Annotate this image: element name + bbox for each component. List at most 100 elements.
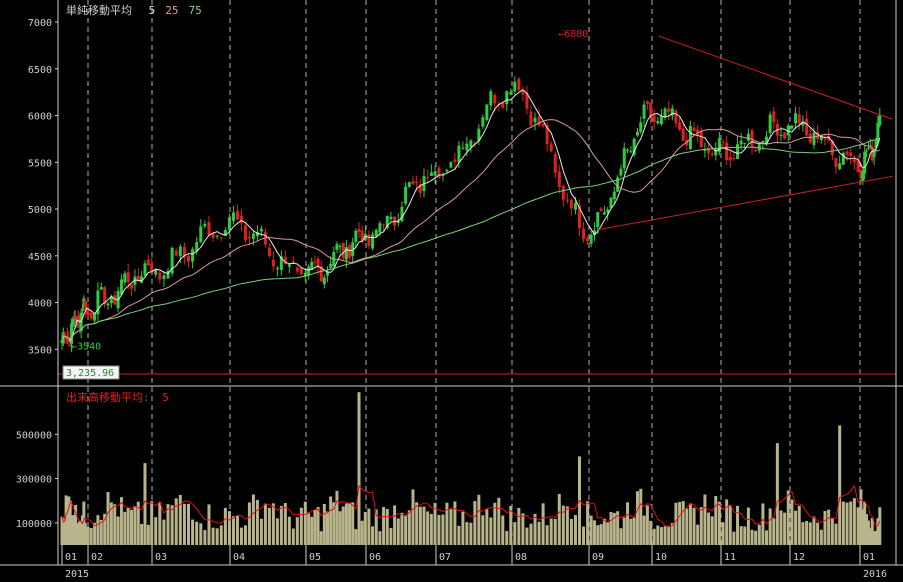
volume-bar xyxy=(678,502,682,545)
volume-bar xyxy=(794,510,798,545)
volume-bar xyxy=(469,522,473,545)
volume-bar xyxy=(545,525,549,545)
candle-up xyxy=(461,147,465,149)
candle-down xyxy=(772,111,776,123)
candle-up xyxy=(162,275,166,280)
month-label: 01 xyxy=(863,552,875,563)
candle-down xyxy=(823,138,827,140)
candle-up xyxy=(99,287,103,290)
candle-up xyxy=(335,244,339,250)
candle-down xyxy=(599,208,603,212)
candle-up xyxy=(573,202,577,210)
volume-bar xyxy=(589,515,593,545)
volume-bar xyxy=(215,528,219,545)
candle-down xyxy=(341,242,345,259)
candle-up xyxy=(619,168,623,176)
volume-bar xyxy=(493,502,497,545)
volume-bar xyxy=(656,525,660,545)
candle-up xyxy=(307,266,311,276)
candle-down xyxy=(582,228,586,240)
volume-bar xyxy=(291,528,295,545)
candle-up xyxy=(251,233,255,239)
price-tick-label: 5500 xyxy=(28,158,52,169)
candle-up xyxy=(389,216,393,220)
candle-up xyxy=(287,264,291,267)
month-label: 12 xyxy=(793,552,805,563)
volume-bar xyxy=(765,530,769,545)
volume-bar xyxy=(609,511,613,545)
volume-bar xyxy=(162,519,166,545)
candle-down xyxy=(235,210,239,220)
volume-bars xyxy=(60,392,882,545)
volume-bar xyxy=(158,502,162,545)
candle-down xyxy=(728,156,732,161)
candle-up xyxy=(404,186,408,204)
volume-bar xyxy=(659,527,663,545)
volume-bar xyxy=(489,517,493,545)
volume-bar xyxy=(485,509,489,545)
volume-bar xyxy=(299,507,303,545)
volume-bar xyxy=(754,530,758,545)
volume-bar xyxy=(354,529,358,545)
stock-chart: ←6880 ←3540 3500 4000 4500 5000 5500 6000 6500 7… xyxy=(0,0,903,580)
volume-bar xyxy=(497,497,501,545)
volume-bar xyxy=(243,525,247,545)
volume-bar xyxy=(178,494,182,545)
candle-up xyxy=(743,142,747,144)
candle-down xyxy=(411,181,415,184)
volume-bar xyxy=(295,517,299,545)
volume-tick-label: 100000 xyxy=(16,519,52,530)
candle-up xyxy=(80,308,84,311)
volume-bar xyxy=(130,509,134,545)
ma25-line xyxy=(61,119,880,341)
volume-bar xyxy=(182,503,186,545)
candle-up xyxy=(739,140,743,145)
volume-bar xyxy=(195,521,199,545)
candle-down xyxy=(645,101,649,104)
volume-bar xyxy=(790,499,794,545)
volume-bar xyxy=(360,520,364,545)
volume-bar xyxy=(378,531,382,545)
volume-bar xyxy=(602,518,606,545)
candle-up xyxy=(659,116,663,125)
price-annotation: ←6880 xyxy=(558,29,588,40)
volume-bar xyxy=(203,530,207,545)
candle-up xyxy=(329,263,333,268)
candle-down xyxy=(667,108,671,113)
price-tick-label: 6500 xyxy=(28,65,52,76)
volume-bar xyxy=(703,494,707,545)
volume-bar xyxy=(619,528,623,545)
volume-bar xyxy=(728,505,732,545)
candle-up xyxy=(761,140,765,143)
candle-down xyxy=(754,150,758,152)
volume-bar xyxy=(275,518,279,545)
candle-down xyxy=(348,245,352,258)
volume-bar xyxy=(521,513,525,545)
triangle-pattern: ←6880 ←3540 xyxy=(71,29,893,353)
volume-bar xyxy=(797,505,801,545)
volume-bar xyxy=(707,512,711,545)
volume-bar xyxy=(348,502,352,545)
volume-bar xyxy=(341,506,345,545)
candle-up xyxy=(642,104,646,119)
price-tick-label: 7000 xyxy=(28,18,52,29)
candle-down xyxy=(725,142,729,161)
volume-bar xyxy=(367,508,371,545)
volume-bar xyxy=(772,518,776,545)
volume-bar xyxy=(819,529,823,545)
volume-bar xyxy=(481,515,485,545)
volume-bar xyxy=(231,516,235,545)
candle-down xyxy=(299,267,303,275)
candle-down xyxy=(207,221,211,235)
ma75-line xyxy=(61,138,880,341)
volume-bar xyxy=(211,527,215,545)
volume-bar xyxy=(255,499,259,545)
volume-bar xyxy=(154,517,158,545)
candle-up xyxy=(106,303,110,306)
candle-down xyxy=(187,255,191,262)
volume-bar xyxy=(663,526,667,545)
volume-bar xyxy=(437,514,441,545)
volume-bar xyxy=(599,524,603,545)
candle-down xyxy=(158,272,162,280)
volume-bar xyxy=(808,522,812,545)
